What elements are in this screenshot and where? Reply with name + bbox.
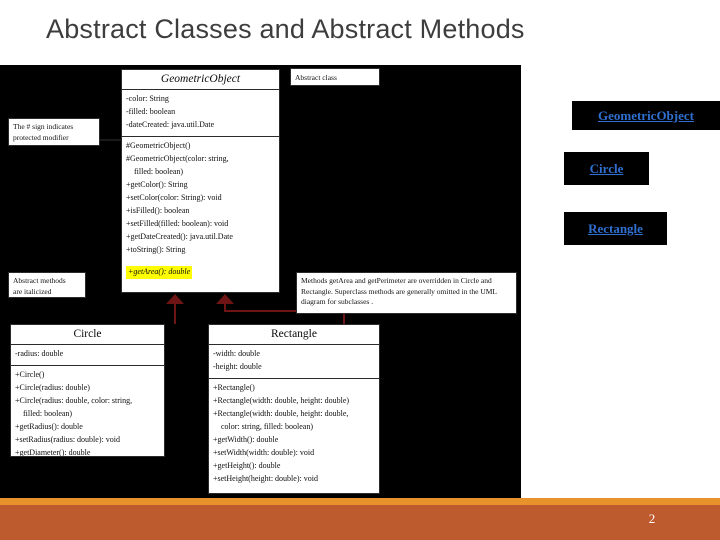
uml-method: +setWidth(width: double): void [213, 447, 315, 457]
uml-method: +setRadius(radius: double): void [15, 434, 120, 444]
uml-fields-rectangle: -width: double -height: double [209, 345, 379, 380]
uml-method: +Circle() [15, 370, 45, 380]
uml-methods-rectangle: +Rectangle() +Rectangle(width: double, h… [209, 379, 379, 490]
note-leader-line-protected [100, 139, 122, 141]
link-box-geometricobject[interactable]: GeometricObject [572, 101, 720, 130]
uml-class-circle: Circle -radius: double +Circle() +Circle… [10, 324, 165, 457]
uml-method: #GeometricObject(color: string, [126, 154, 229, 164]
hyperlink-rectangle[interactable]: Rectangle [588, 221, 643, 237]
uml-method: +getColor(): String [126, 179, 188, 189]
uml-method: +getWidth(): double [213, 434, 279, 444]
uml-abstract-method: +getArea(): double [126, 265, 193, 279]
inheritance-arrow-rectangle-icon [216, 294, 234, 304]
uml-class-geometricobject: GeometricObject -color: String -filled: … [121, 69, 280, 293]
uml-method: +getDateCreated(): java.util.Date [126, 231, 233, 241]
uml-method: +getRadius(): double [15, 421, 83, 431]
page-title: Abstract Classes and Abstract Methods [46, 14, 525, 44]
uml-method-cont: filled: boolean) [134, 166, 184, 176]
uml-class-name-geometricobject: GeometricObject [122, 70, 279, 91]
page-number: 2 [648, 511, 656, 526]
note-line: are italicized [13, 286, 52, 296]
uml-field: -dateCreated: java.util.Date [126, 120, 215, 130]
uml-method: +isFilled(): boolean [126, 205, 190, 215]
uml-method: +Rectangle(width: double, height: double… [213, 396, 350, 406]
uml-method: +getHeight(): double [213, 460, 281, 470]
uml-methods-circle: +Circle() +Circle(radius: double) +Circl… [11, 366, 164, 457]
note-abstract-italicized: Abstract methods are italicized [8, 272, 86, 298]
uml-method: +setColor(color: String): void [126, 192, 222, 202]
uml-method: +toString(): String [126, 244, 186, 254]
inheritance-arrow-circle-icon [166, 294, 184, 304]
hyperlink-circle[interactable]: Circle [590, 161, 624, 177]
uml-fields-geometricobject: -color: String -filled: boolean -dateCre… [122, 90, 279, 138]
footer-stripe [0, 498, 720, 505]
uml-method: +Rectangle(width: double, height: double… [213, 409, 349, 419]
note-abstract-class: Abstract class [290, 68, 380, 86]
uml-method: +Circle(radius: double) [15, 383, 90, 393]
footer: 2 [0, 498, 720, 540]
link-box-rectangle[interactable]: Rectangle [564, 212, 667, 245]
note-overridden-methods: Methods getArea and getPerimeter are ove… [296, 272, 517, 314]
uml-abstract-method-row: +getPerimeter(): double [126, 283, 275, 293]
uml-method: +Circle(radius: double, color: string, [15, 396, 133, 406]
uml-field: -radius: double [15, 349, 64, 359]
inheritance-line-circle [174, 304, 176, 324]
uml-method: +Rectangle() [213, 383, 255, 393]
note-line: protected modifier [13, 132, 69, 142]
uml-method-cont: color: string, filled: boolean) [221, 421, 313, 431]
uml-method: #GeometricObject() [126, 141, 191, 151]
uml-method: +setFilled(filled: boolean): void [126, 218, 229, 228]
uml-field: -height: double [213, 362, 262, 372]
uml-class-name-circle: Circle [11, 325, 164, 346]
uml-abstract-method-row: +getArea(): double [126, 257, 275, 284]
uml-field: -width: double [213, 349, 260, 359]
uml-method: +setHeight(height: double): void [213, 473, 318, 483]
uml-class-name-rectangle: Rectangle [209, 325, 379, 346]
uml-method: +getDiameter(): double [15, 447, 91, 457]
link-box-circle[interactable]: Circle [564, 152, 649, 185]
uml-class-rectangle: Rectangle -width: double -height: double… [208, 324, 380, 494]
uml-fields-circle: -radius: double [11, 345, 164, 367]
uml-field: -color: String [126, 94, 169, 104]
uml-method-cont: filled: boolean) [23, 409, 73, 419]
note-line: Abstract methods [13, 276, 66, 285]
uml-field: -filled: boolean [126, 107, 176, 117]
hyperlink-geometricobject[interactable]: GeometricObject [598, 108, 694, 124]
uml-methods-geometricobject: #GeometricObject() #GeometricObject(colo… [122, 137, 279, 293]
note-protected-modifier: The # sign indicates protected modifier [8, 118, 100, 146]
uml-abstract-method: +getPerimeter(): double [126, 292, 209, 293]
note-line: The # sign indicates [13, 122, 74, 131]
